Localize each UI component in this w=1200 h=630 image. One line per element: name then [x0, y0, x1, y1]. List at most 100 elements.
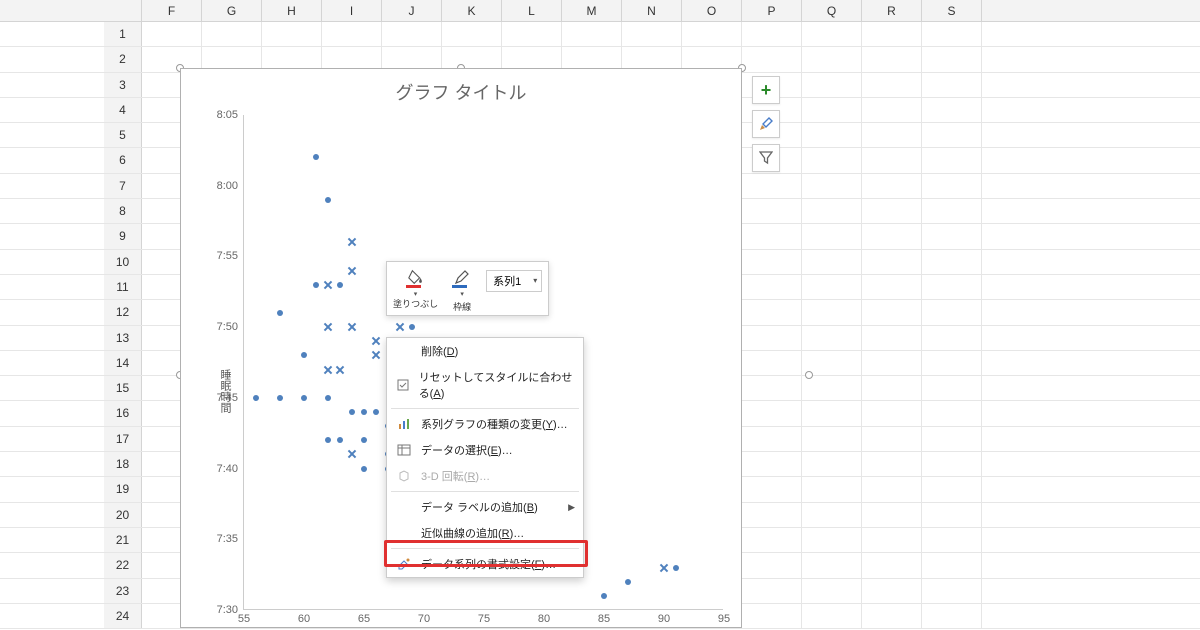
- row-header[interactable]: 22: [104, 553, 142, 577]
- data-point[interactable]: [361, 437, 367, 443]
- data-point[interactable]: [601, 593, 607, 599]
- cell[interactable]: [442, 22, 502, 46]
- chart-filter-button[interactable]: [752, 144, 780, 172]
- column-header[interactable]: K: [442, 0, 502, 21]
- data-point[interactable]: [325, 367, 331, 373]
- cell[interactable]: [922, 224, 982, 248]
- column-header[interactable]: H: [262, 0, 322, 21]
- data-point[interactable]: [625, 579, 631, 585]
- cell[interactable]: [742, 427, 802, 451]
- cell[interactable]: [922, 553, 982, 577]
- cell[interactable]: [802, 123, 862, 147]
- cell[interactable]: [922, 604, 982, 628]
- data-point[interactable]: [673, 565, 679, 571]
- column-header[interactable]: G: [202, 0, 262, 21]
- data-point[interactable]: [277, 310, 283, 316]
- data-point[interactable]: [325, 437, 331, 443]
- cell[interactable]: [562, 22, 622, 46]
- cell[interactable]: [802, 300, 862, 324]
- data-point[interactable]: [361, 409, 367, 415]
- data-point[interactable]: [253, 395, 259, 401]
- cell[interactable]: [862, 98, 922, 122]
- data-point[interactable]: [409, 324, 415, 330]
- data-point[interactable]: [325, 282, 331, 288]
- cell[interactable]: [802, 250, 862, 274]
- chart-handle-mr[interactable]: [805, 371, 813, 379]
- fill-button[interactable]: ▾ 塗りつぶし: [393, 266, 438, 309]
- cell[interactable]: [742, 199, 802, 223]
- data-point[interactable]: [349, 239, 355, 245]
- cell[interactable]: [802, 604, 862, 628]
- data-point[interactable]: [373, 338, 379, 344]
- cell[interactable]: [862, 477, 922, 501]
- data-point[interactable]: [349, 409, 355, 415]
- column-header[interactable]: R: [862, 0, 922, 21]
- data-point[interactable]: [325, 324, 331, 330]
- data-point[interactable]: [313, 282, 319, 288]
- cell[interactable]: [922, 275, 982, 299]
- column-header[interactable]: S: [922, 0, 982, 21]
- cell[interactable]: [802, 73, 862, 97]
- data-point[interactable]: [373, 352, 379, 358]
- row-header[interactable]: 19: [104, 477, 142, 501]
- cell[interactable]: [622, 22, 682, 46]
- cell[interactable]: [802, 98, 862, 122]
- ctx-delete[interactable]: 削除(D): [387, 338, 583, 364]
- column-header[interactable]: N: [622, 0, 682, 21]
- cell[interactable]: [862, 326, 922, 350]
- cell[interactable]: [922, 326, 982, 350]
- cell[interactable]: [922, 579, 982, 603]
- cell[interactable]: [742, 224, 802, 248]
- data-point[interactable]: [313, 154, 319, 160]
- cell[interactable]: [802, 427, 862, 451]
- cell[interactable]: [922, 199, 982, 223]
- cell[interactable]: [922, 47, 982, 71]
- row-header[interactable]: 12: [104, 300, 142, 324]
- cell[interactable]: [802, 47, 862, 71]
- cell[interactable]: [742, 401, 802, 425]
- cell[interactable]: [862, 579, 922, 603]
- row-header[interactable]: 15: [104, 376, 142, 400]
- cell[interactable]: [802, 148, 862, 172]
- cell[interactable]: [682, 22, 742, 46]
- cell[interactable]: [922, 351, 982, 375]
- data-point[interactable]: [301, 395, 307, 401]
- cell[interactable]: [802, 376, 862, 400]
- cell[interactable]: [742, 477, 802, 501]
- row-header[interactable]: 10: [104, 250, 142, 274]
- cell[interactable]: [742, 579, 802, 603]
- cell[interactable]: [862, 224, 922, 248]
- row-header[interactable]: 1: [104, 22, 142, 46]
- cell[interactable]: [742, 503, 802, 527]
- chart-styles-button[interactable]: [752, 110, 780, 138]
- cell[interactable]: [862, 528, 922, 552]
- cell[interactable]: [262, 22, 322, 46]
- series-selector[interactable]: 系列1 ▾: [486, 270, 542, 292]
- row-header[interactable]: 14: [104, 351, 142, 375]
- cell[interactable]: [862, 123, 922, 147]
- cell[interactable]: [922, 98, 982, 122]
- cell[interactable]: [922, 376, 982, 400]
- cell[interactable]: [922, 427, 982, 451]
- row-header[interactable]: 4: [104, 98, 142, 122]
- row-header[interactable]: 5: [104, 123, 142, 147]
- cell[interactable]: [862, 174, 922, 198]
- cell[interactable]: [742, 47, 802, 71]
- outline-button[interactable]: ▾ 枠線: [444, 266, 480, 313]
- row-header[interactable]: 11: [104, 275, 142, 299]
- row-header[interactable]: 13: [104, 326, 142, 350]
- cell[interactable]: [922, 503, 982, 527]
- cell[interactable]: [742, 174, 802, 198]
- data-point[interactable]: [349, 451, 355, 457]
- cell[interactable]: [922, 300, 982, 324]
- data-point[interactable]: [337, 282, 343, 288]
- cell[interactable]: [502, 22, 562, 46]
- row-header[interactable]: 21: [104, 528, 142, 552]
- data-point[interactable]: [337, 437, 343, 443]
- cell[interactable]: [802, 579, 862, 603]
- row-header[interactable]: 6: [104, 148, 142, 172]
- row-header[interactable]: 8: [104, 199, 142, 223]
- cell[interactable]: [862, 199, 922, 223]
- data-point[interactable]: [325, 395, 331, 401]
- ctx-select-data[interactable]: データの選択(E)…: [387, 437, 583, 463]
